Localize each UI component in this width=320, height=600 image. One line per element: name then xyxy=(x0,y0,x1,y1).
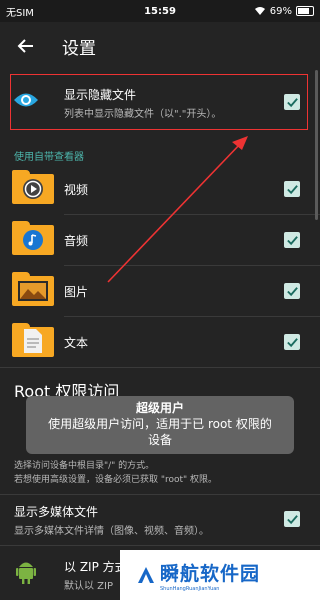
toast-message: 超级用户 使用超级用户访问，适用于已 root 权限的 设备 xyxy=(26,396,294,454)
check-icon xyxy=(286,337,298,347)
folder-icon xyxy=(12,272,54,306)
folder-icon xyxy=(12,170,54,204)
back-arrow-icon xyxy=(17,39,33,53)
check-icon xyxy=(286,286,298,296)
zip-desc: 默认以 ZIP xyxy=(64,581,114,592)
watermark-name: 瞬航软件园 xyxy=(160,562,261,585)
folder-icon xyxy=(12,323,54,357)
text-checkbox[interactable] xyxy=(284,334,300,350)
zip-title: 以 ZIP 方式 xyxy=(64,560,127,574)
viewer-row-text[interactable]: 文本 xyxy=(0,317,320,367)
toast-body-1: 使用超级用户访问，适用于已 root 权限的 xyxy=(48,417,272,431)
folder-icon xyxy=(12,221,54,255)
check-icon xyxy=(286,514,298,524)
android-icon xyxy=(16,562,36,584)
check-icon xyxy=(286,184,298,194)
section-header-viewer: 使用自带查看器 xyxy=(14,152,84,163)
highlight-box xyxy=(10,74,308,130)
text-document-icon xyxy=(24,329,42,353)
page-title: 设置 xyxy=(62,38,96,59)
viewer-label: 音频 xyxy=(64,234,89,248)
scrollbar[interactable] xyxy=(315,70,318,220)
video-checkbox[interactable] xyxy=(284,181,300,197)
viewer-row-image[interactable]: 图片 xyxy=(0,266,320,316)
back-button[interactable] xyxy=(12,32,40,60)
logo-icon xyxy=(138,567,154,583)
viewer-row-audio[interactable]: 音频 xyxy=(0,215,320,265)
check-icon xyxy=(286,235,298,245)
viewer-row-video[interactable]: 视频 xyxy=(0,164,320,214)
audio-checkbox[interactable] xyxy=(284,232,300,248)
status-bar: 无SIM 15:59 69% xyxy=(0,0,320,22)
app-toolbar: 设置 xyxy=(0,22,320,70)
clock: 15:59 xyxy=(144,5,176,17)
media-files-title: 显示多媒体文件 xyxy=(14,505,99,519)
root-access-desc-2: 若想使用高级设置，设备必须已获取 "root" 权限。 xyxy=(14,475,218,485)
toast-title: 超级用户 xyxy=(135,401,184,415)
image-icon xyxy=(18,281,48,301)
media-files-row[interactable]: 显示多媒体文件 显示多媒体文件详情（图像、视频、音频）。 xyxy=(0,495,320,545)
watermark-sub: ShunHangRuanJianYuan xyxy=(160,585,220,592)
root-access-desc-1: 选择访问设备中根目录"/" 的方式。 xyxy=(14,461,155,471)
image-checkbox[interactable] xyxy=(284,283,300,299)
media-files-desc: 显示多媒体文件详情（图像、视频、音频）。 xyxy=(14,526,209,537)
viewer-label: 视频 xyxy=(64,183,89,197)
viewer-label: 图片 xyxy=(64,285,89,299)
toast-body-2: 设备 xyxy=(147,433,172,447)
music-note-icon xyxy=(23,230,43,250)
battery-icon xyxy=(296,6,314,16)
media-files-checkbox[interactable] xyxy=(284,511,300,527)
watermark-logo: 瞬航软件园 ShunHangRuanJianYuan xyxy=(120,550,320,600)
video-play-icon xyxy=(23,179,43,199)
viewer-label: 文本 xyxy=(64,336,89,350)
